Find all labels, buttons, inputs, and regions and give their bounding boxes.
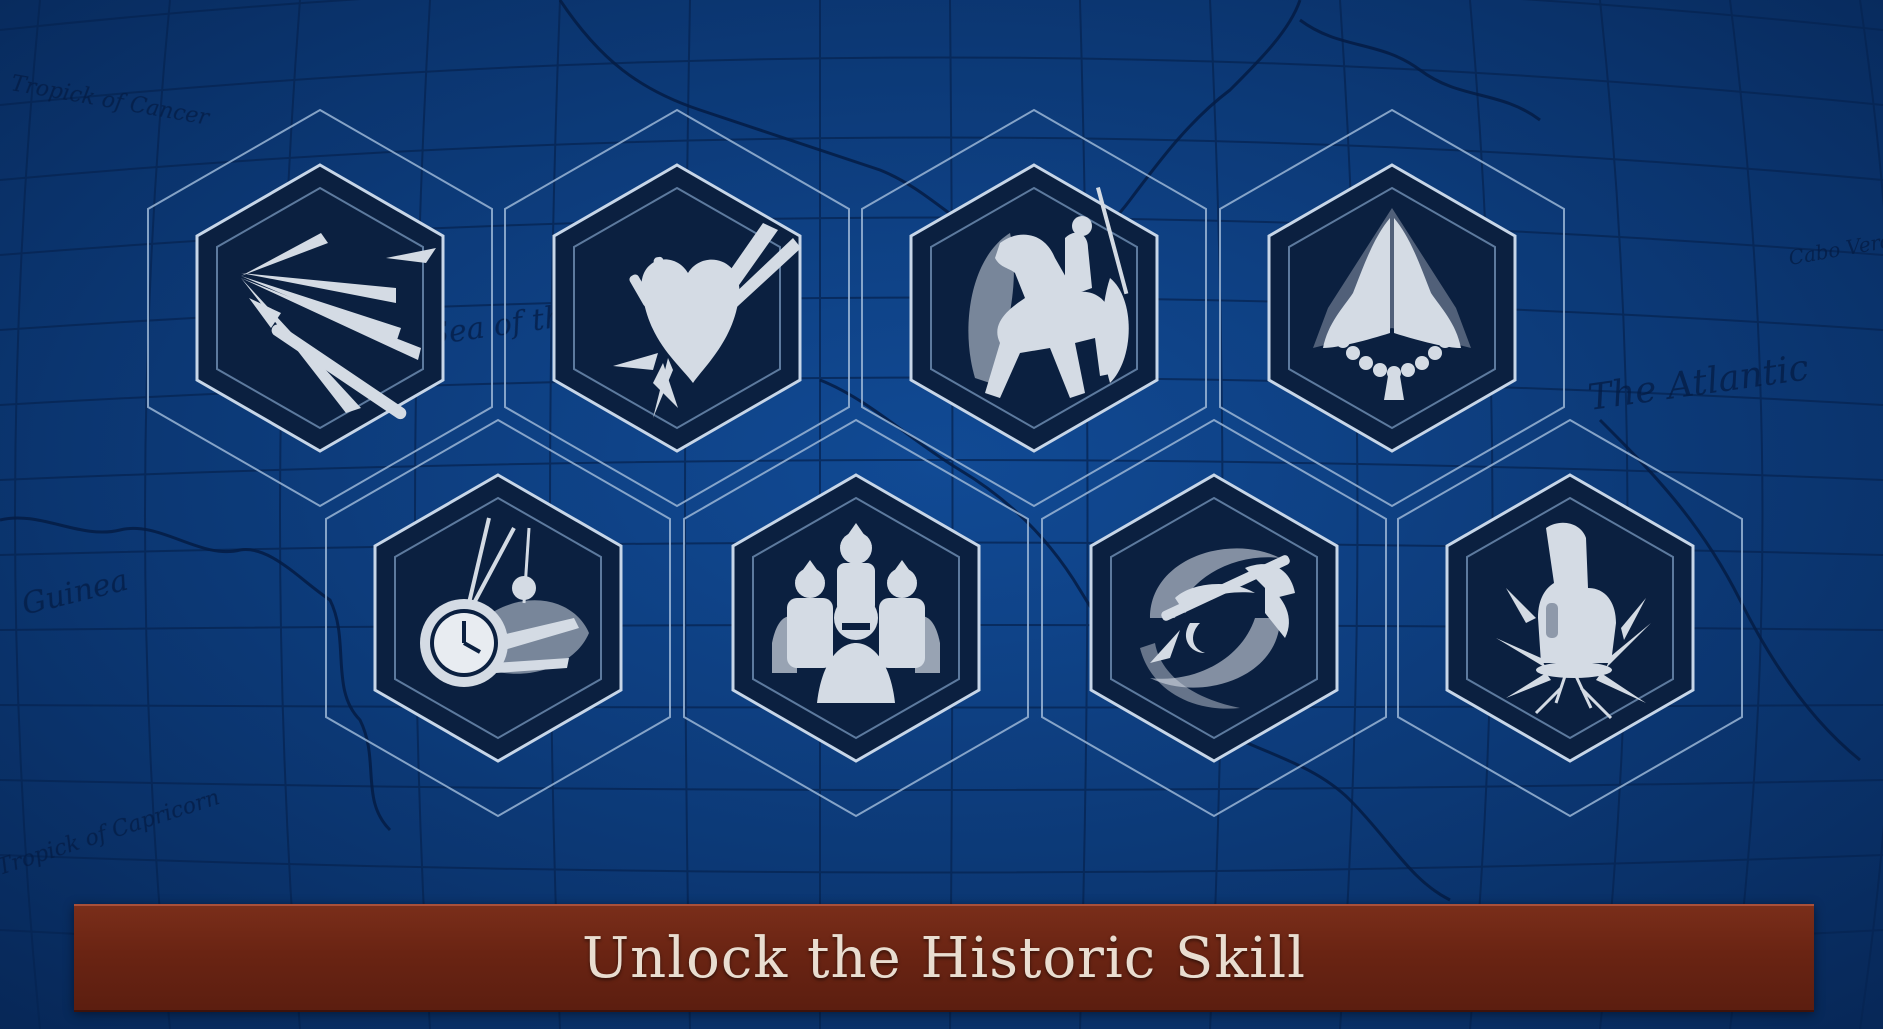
- skill-hex-6[interactable]: [682, 418, 1030, 818]
- skill-hex-7[interactable]: [1040, 418, 1388, 818]
- skill-hex-5[interactable]: [324, 418, 672, 818]
- title-banner: Unlock the Historic Skill: [74, 904, 1814, 1012]
- skill-hex-8[interactable]: [1396, 418, 1744, 818]
- banner-title: Unlock the Historic Skill: [581, 925, 1307, 991]
